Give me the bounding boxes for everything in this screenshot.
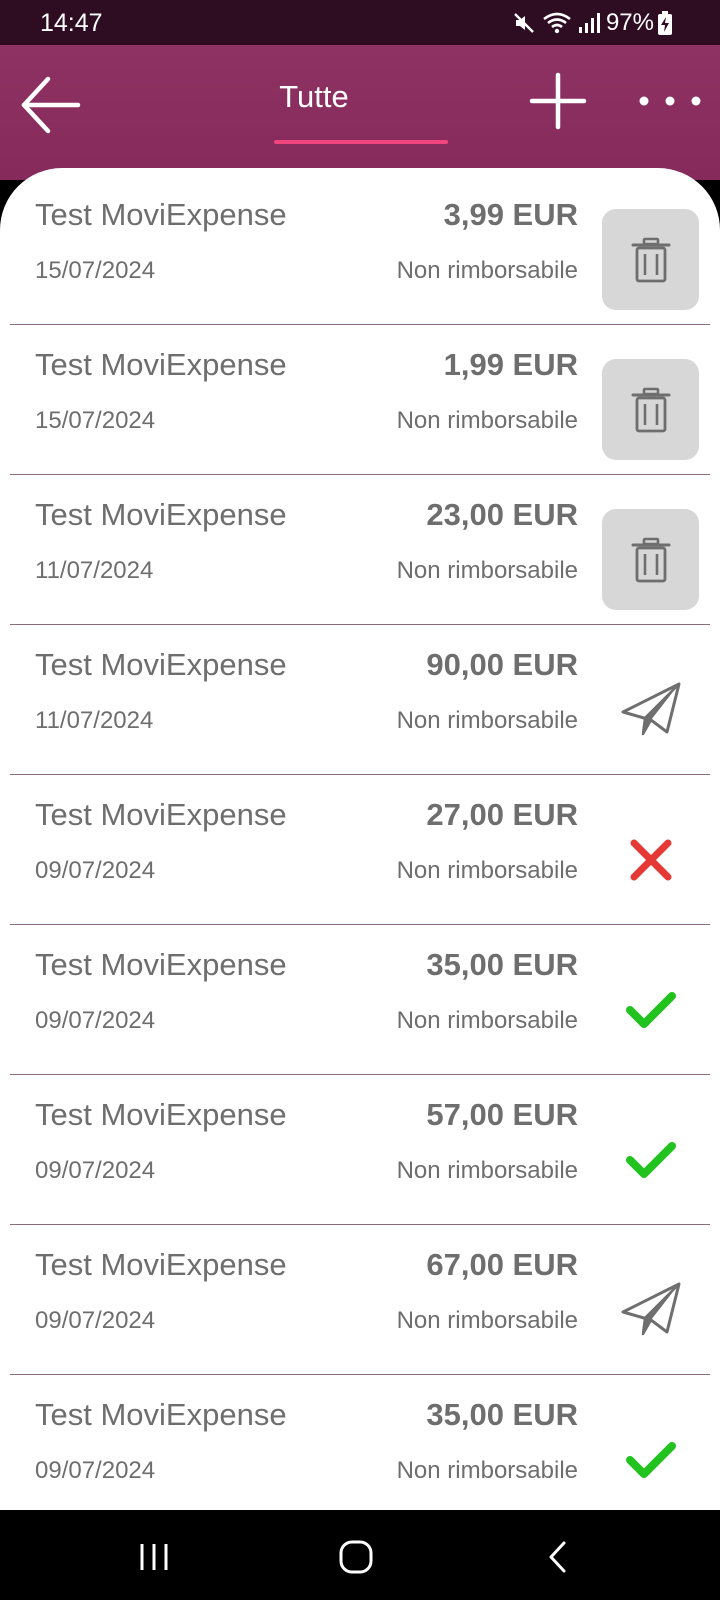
- wifi-icon: [542, 11, 572, 35]
- expense-date: 09/07/2024: [35, 1157, 156, 1184]
- expense-status: Non rimborsabile: [396, 557, 578, 584]
- expense-title: Test MoviExpense: [35, 1397, 287, 1432]
- tab-all-label: Tutte: [279, 79, 349, 114]
- expense-title: Test MoviExpense: [35, 797, 287, 832]
- expense-date: 11/07/2024: [35, 707, 154, 734]
- home-button[interactable]: [326, 1532, 386, 1582]
- paper-plane-icon: [621, 682, 681, 738]
- tab-indicator: [274, 140, 448, 144]
- expense-title: Test MoviExpense: [35, 647, 287, 682]
- back-nav-button[interactable]: [528, 1532, 588, 1582]
- expense-date: 09/07/2024: [35, 1307, 156, 1334]
- more-horizontal-icon: [639, 96, 701, 106]
- back-icon: [549, 1541, 566, 1573]
- plus-icon: [529, 72, 587, 130]
- battery-percent: 97%: [605, 9, 654, 36]
- expense-state-indicator: [602, 1409, 699, 1510]
- expense-date: 11/07/2024: [35, 557, 154, 584]
- arrow-left-icon: [21, 76, 81, 134]
- expense-row[interactable]: Test MoviExpense 67,00 EUR 09/07/2024 Non r…: [0, 1225, 720, 1375]
- trash-icon: [631, 237, 671, 283]
- expense-date: 09/07/2024: [35, 857, 156, 884]
- checkmark-icon: [625, 1140, 676, 1180]
- status-time: 14:47: [40, 9, 103, 37]
- home-icon: [339, 1540, 373, 1574]
- expense-amount: 1,99 EUR: [443, 347, 578, 382]
- expense-amount: 35,00 EUR: [426, 1397, 578, 1432]
- status-icons: 97%: [506, 9, 672, 37]
- delete-button[interactable]: [602, 509, 699, 610]
- expense-state-indicator: [602, 959, 699, 1060]
- expense-date: 09/07/2024: [35, 1007, 156, 1034]
- expense-amount: 3,99 EUR: [443, 197, 578, 232]
- expense-amount: 67,00 EUR: [426, 1247, 578, 1282]
- app-header: Tutte: [0, 45, 720, 180]
- more-button[interactable]: [634, 83, 706, 119]
- expense-title: Test MoviExpense: [35, 197, 287, 232]
- delete-button[interactable]: [602, 209, 699, 310]
- paper-plane-icon: [621, 1282, 681, 1338]
- battery-charging-icon: [658, 11, 672, 35]
- expense-date: 15/07/2024: [35, 257, 156, 284]
- expense-title: Test MoviExpense: [35, 1097, 287, 1132]
- expense-status: Non rimborsabile: [396, 407, 578, 434]
- recent-apps-icon: [140, 1544, 168, 1570]
- expense-amount: 57,00 EUR: [426, 1097, 578, 1132]
- expense-amount: 23,00 EUR: [426, 497, 578, 532]
- expense-row[interactable]: Test MoviExpense 3,99 EUR 15/07/2024 Non ri…: [0, 175, 720, 325]
- expense-state-indicator: [602, 809, 699, 910]
- expense-row[interactable]: Test MoviExpense 23,00 EUR 11/07/2024 Non r…: [0, 475, 720, 625]
- screen: 14:47 97% Tutte Test MoviExpense 3,99 EU…: [0, 0, 720, 1600]
- expense-date: 15/07/2024: [35, 407, 156, 434]
- recent-apps-button[interactable]: [124, 1532, 184, 1582]
- add-button[interactable]: [526, 69, 590, 133]
- expense-status: Non rimborsabile: [396, 1157, 578, 1184]
- expense-amount: 90,00 EUR: [426, 647, 578, 682]
- expense-status: Non rimborsabile: [396, 707, 578, 734]
- expense-date: 09/07/2024: [35, 1457, 156, 1484]
- expense-state-indicator: [602, 1109, 699, 1210]
- checkmark-icon: [625, 1440, 676, 1480]
- expense-amount: 27,00 EUR: [426, 797, 578, 832]
- expense-status: Non rimborsabile: [396, 257, 578, 284]
- tab-all[interactable]: Tutte: [274, 77, 448, 147]
- trash-icon: [631, 387, 671, 433]
- status-bar: 14:47 97%: [0, 0, 720, 45]
- trash-icon: [631, 537, 671, 583]
- expense-state-indicator: [602, 1259, 699, 1360]
- expense-status: Non rimborsabile: [396, 1307, 578, 1334]
- expense-title: Test MoviExpense: [35, 947, 287, 982]
- delete-button[interactable]: [602, 359, 699, 460]
- system-nav-bar: [0, 1510, 720, 1600]
- expense-status: Non rimborsabile: [396, 1457, 578, 1484]
- expense-row[interactable]: Test MoviExpense 35,00 EUR 09/07/2024 Non r…: [0, 925, 720, 1075]
- expense-row[interactable]: Test MoviExpense 57,00 EUR 09/07/2024 Non r…: [0, 1075, 720, 1225]
- checkmark-icon: [625, 990, 676, 1030]
- expense-title: Test MoviExpense: [35, 1247, 287, 1282]
- expense-row[interactable]: Test MoviExpense 35,00 EUR 09/07/2024 Non r…: [0, 1375, 720, 1510]
- expense-title: Test MoviExpense: [35, 497, 287, 532]
- expense-title: Test MoviExpense: [35, 347, 287, 382]
- back-button[interactable]: [18, 71, 86, 139]
- expense-status: Non rimborsabile: [396, 857, 578, 884]
- expense-row[interactable]: Test MoviExpense 27,00 EUR 09/07/2024 Non r…: [0, 775, 720, 925]
- expense-status: Non rimborsabile: [396, 1007, 578, 1034]
- mute-icon: [512, 11, 536, 35]
- expense-state-indicator: [602, 659, 699, 760]
- signal-icon: [578, 12, 600, 34]
- expense-row[interactable]: Test MoviExpense 90,00 EUR 11/07/2024 Non r…: [0, 625, 720, 775]
- expense-row[interactable]: Test MoviExpense 1,99 EUR 15/07/2024 Non ri…: [0, 325, 720, 475]
- expense-amount: 35,00 EUR: [426, 947, 578, 982]
- expense-list: Test MoviExpense 3,99 EUR 15/07/2024 Non ri…: [0, 168, 720, 1510]
- cross-icon: [629, 838, 673, 882]
